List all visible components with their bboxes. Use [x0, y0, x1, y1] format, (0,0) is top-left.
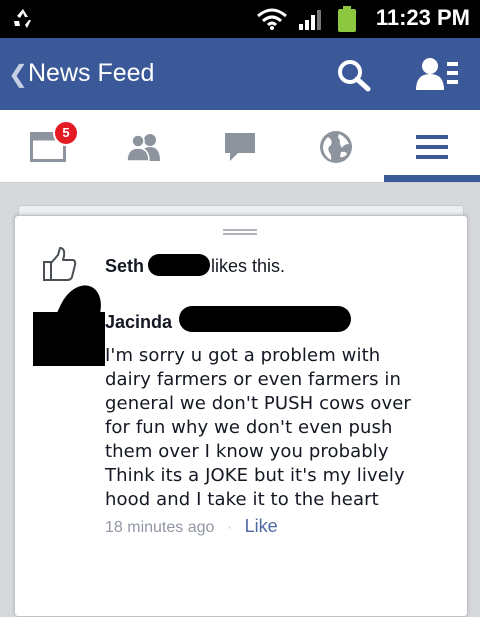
tab-more[interactable]: [384, 110, 480, 182]
likes-suffix: likes this.: [211, 256, 286, 276]
comment-line: hood and I take it to the heart: [105, 489, 379, 510]
like-button[interactable]: Like: [245, 516, 278, 536]
tab-friend-requests[interactable]: [96, 110, 192, 182]
recycle-icon: [14, 9, 31, 28]
active-tab-indicator: [384, 175, 480, 182]
wifi-icon: [257, 8, 287, 30]
comment-line: for fun why we don't even push: [105, 417, 393, 438]
messages-icon: [225, 133, 255, 161]
battery-icon: [338, 6, 356, 32]
comment-line: them over I know you probably: [105, 441, 389, 462]
tab-bar: 5: [0, 110, 480, 183]
comments-panel: Seth likes this. Jacinda I'm sorry u got…: [14, 215, 468, 617]
page-title[interactable]: News Feed: [28, 59, 154, 88]
drag-handle[interactable]: [223, 229, 257, 235]
menu-icon: [416, 135, 448, 159]
back-icon[interactable]: ❮: [8, 60, 28, 88]
search-icon[interactable]: [336, 58, 372, 92]
app-header: ❮ News Feed: [0, 38, 480, 110]
redaction-mark: [148, 254, 211, 276]
clock: 11:23 PM: [375, 5, 470, 30]
comment-meta: 18 minutes ago · Like: [105, 516, 455, 537]
comment-line: Think its a JOKE but it's my lively: [105, 465, 405, 486]
avatar[interactable]: [33, 278, 110, 366]
friend-requests-icon: [126, 134, 160, 162]
tab-notifications[interactable]: [288, 110, 384, 182]
liker-name[interactable]: Seth: [105, 256, 144, 276]
comment: Jacinda I'm sorry u got a problem with d…: [105, 306, 455, 537]
friends-list-icon[interactable]: [414, 56, 460, 92]
tab-feed[interactable]: 5: [0, 110, 96, 182]
meta-separator: ·: [226, 519, 233, 536]
tab-messages[interactable]: [192, 110, 288, 182]
comment-author[interactable]: Jacinda: [105, 306, 455, 338]
comment-timestamp: 18 minutes ago: [105, 519, 215, 536]
comment-line: I'm sorry u got a problem with: [105, 345, 381, 366]
status-bar: 11:23 PM: [0, 0, 480, 38]
likes-text: Seth likes this.: [105, 254, 285, 277]
signal-icon: [299, 10, 321, 30]
thumbs-up-icon: [43, 247, 77, 281]
comment-line: general we don't PUSH cows over: [105, 393, 411, 414]
comment-author-name[interactable]: Jacinda: [105, 312, 172, 332]
comment-line: dairy farmers or even farmers in: [105, 369, 402, 390]
notification-badge: 5: [53, 120, 79, 146]
comment-body: I'm sorry u got a problem with dairy far…: [105, 344, 455, 512]
redaction-mark: [48, 278, 110, 348]
globe-icon: [320, 131, 352, 163]
likes-summary[interactable]: Seth likes this.: [41, 242, 461, 282]
redaction-mark: [179, 306, 351, 332]
